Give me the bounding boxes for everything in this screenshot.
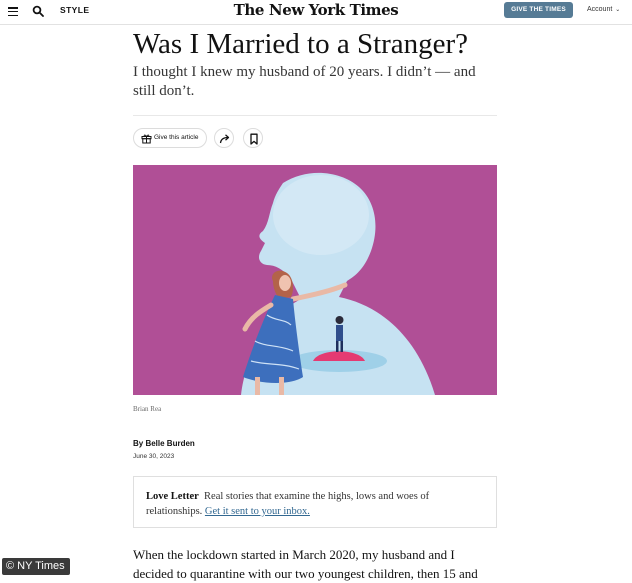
publication-date: June 30, 2023 — [133, 453, 175, 460]
account-menu[interactable]: Account ⌄ — [587, 6, 620, 13]
section-link-style[interactable]: STYLE — [60, 5, 89, 15]
body-line: decided to quarantine with our two young… — [133, 566, 478, 581]
gift-icon — [141, 134, 152, 144]
article-body: When the lockdown started in March 2020,… — [133, 545, 495, 583]
watermark: © NY Times — [2, 558, 70, 575]
newsletter-signup-link[interactable]: Get it sent to your inbox. — [205, 506, 310, 517]
article-summary: I thought I knew my husband of 20 years.… — [133, 64, 476, 99]
divider — [133, 115, 497, 116]
top-navigation-bar: STYLE The New York Times GIVE THE TIMES … — [0, 0, 632, 25]
share-button[interactable] — [214, 128, 234, 148]
save-bookmark-button[interactable] — [243, 128, 263, 148]
love-letter-callout: Love Letter Real stories that examine th… — [133, 476, 497, 528]
search-icon[interactable] — [32, 5, 44, 17]
series-label[interactable]: Love Letter — [146, 491, 199, 502]
share-arrow-icon — [219, 134, 230, 144]
account-label: Account — [587, 6, 613, 13]
masthead-link[interactable]: The New York Times — [234, 1, 399, 19]
body-line: When the lockdown started in March 2020,… — [133, 547, 455, 562]
image-credit: Brian Rea — [133, 405, 162, 413]
byline-prefix: By — [133, 439, 146, 448]
give-this-article-label: Give this article — [154, 134, 199, 141]
give-this-article-button[interactable]: Give this article — [133, 128, 207, 148]
bookmark-icon — [250, 133, 258, 145]
hamburger-menu-icon[interactable] — [8, 7, 18, 17]
chevron-down-icon: ⌄ — [615, 7, 621, 13]
article-illustration — [133, 165, 497, 395]
author-link[interactable]: Belle Burden — [145, 439, 194, 448]
give-the-times-button[interactable]: GIVE THE TIMES — [504, 2, 573, 18]
byline: By Belle Burden — [133, 439, 195, 448]
article-headline: Was I Married to a Stranger? — [133, 28, 469, 60]
